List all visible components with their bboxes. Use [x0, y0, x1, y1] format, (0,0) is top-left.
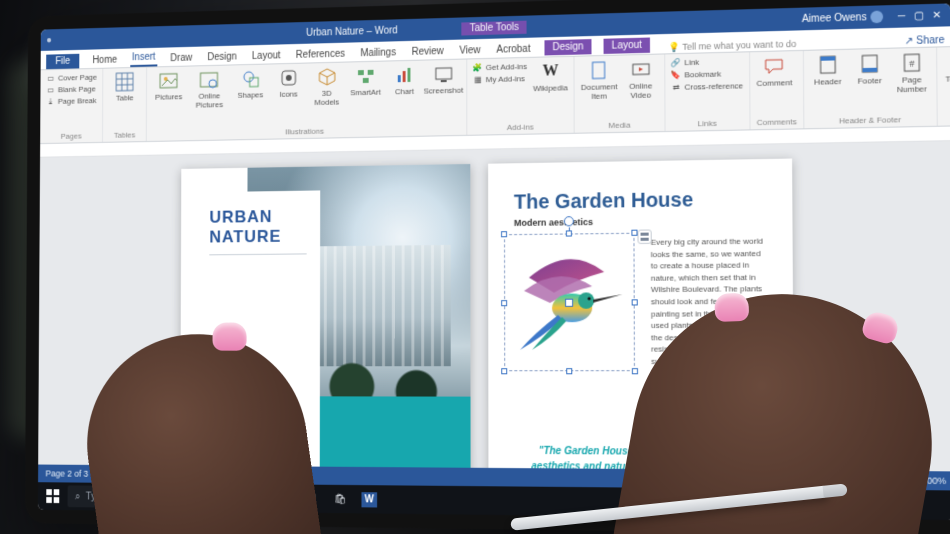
video-icon	[629, 58, 651, 81]
document-item-button[interactable]: Document Item	[581, 59, 618, 102]
group-media: Document Item Online Video Media	[575, 54, 666, 132]
close-button[interactable]: ✕	[929, 9, 944, 21]
minimize-button[interactable]: ─	[894, 10, 909, 22]
resize-handle-bm[interactable]	[566, 368, 572, 374]
page-number-icon: #	[900, 51, 923, 74]
tab-view[interactable]: View	[457, 43, 482, 59]
tab-ctx-design[interactable]: Design	[544, 39, 591, 55]
cover-page-button[interactable]: ▭Cover Page	[46, 72, 97, 83]
resize-handle-br[interactable]	[632, 368, 638, 374]
group-pages: ▭Cover Page ▭Blank Page ⤓Page Break Page…	[40, 69, 103, 143]
chart-button[interactable]: Chart	[388, 64, 421, 98]
bookmark-button[interactable]: 🔖Bookmark	[671, 68, 743, 80]
pictures-button[interactable]: Pictures	[153, 70, 185, 103]
cube-icon	[316, 66, 337, 88]
window-controls: ─ ▢ ✕	[894, 9, 944, 22]
my-addins-button[interactable]: ▦My Add-ins	[473, 73, 527, 84]
icons-button[interactable]: Icons	[272, 67, 305, 100]
article-title: The Garden House	[514, 188, 766, 214]
share-button[interactable]: ↗ Share	[904, 35, 944, 47]
group-links: 🔗Link 🔖Bookmark ⇄Cross-reference Links	[665, 52, 751, 131]
group-comments: Comment Comments	[750, 51, 804, 129]
tab-file[interactable]: File	[46, 54, 79, 69]
tab-references[interactable]: References	[294, 47, 347, 63]
group-illustrations: Pictures Online Pictures Shapes Icons 3D…	[147, 59, 467, 141]
rotate-handle[interactable]	[564, 216, 574, 226]
tab-review[interactable]: Review	[410, 44, 446, 60]
group-addins: 🧩Get Add-ins ▦My Add-ins WWikipedia Add-…	[467, 57, 575, 135]
icons-icon	[278, 67, 299, 89]
smartart-button[interactable]: SmartArt	[349, 65, 382, 98]
search-icon: ⌕	[75, 491, 80, 502]
blank-page-button[interactable]: ▭Blank Page	[46, 83, 97, 94]
tab-home[interactable]: Home	[90, 53, 119, 68]
group-text: AText Box ▤Quick Parts AWordArt ✎Signatu…	[937, 43, 950, 126]
get-addins-button[interactable]: 🧩Get Add-ins	[473, 61, 527, 72]
start-button[interactable]	[42, 484, 64, 508]
taskbar-app-word[interactable]: W	[357, 486, 382, 513]
tab-insert[interactable]: Insert	[130, 50, 157, 67]
screenshot-button[interactable]: Screenshot	[427, 63, 460, 97]
tab-ctx-layout[interactable]: Layout	[604, 37, 651, 53]
online-pictures-button[interactable]: Online Pictures	[190, 68, 228, 110]
resize-handle-tm[interactable]	[566, 230, 572, 236]
taskbar-app-store[interactable]: 🛍	[327, 486, 352, 512]
tab-acrobat[interactable]: Acrobat	[494, 42, 532, 58]
shapes-button[interactable]: Shapes	[234, 68, 266, 101]
link-button[interactable]: 🔗Link	[671, 56, 743, 68]
hummingbird-image[interactable]	[514, 251, 625, 354]
resize-handle-mr[interactable]	[632, 299, 638, 305]
account-name: Aimee Owens	[802, 11, 867, 24]
tab-mailings[interactable]: Mailings	[358, 45, 397, 61]
doc-item-icon	[588, 59, 610, 82]
table-icon	[115, 71, 136, 93]
cover-title-line2: NATURE	[209, 226, 306, 247]
chart-icon	[394, 64, 415, 87]
footer-button[interactable]: Footer	[852, 52, 888, 87]
comment-icon	[763, 54, 786, 77]
cover-title-line1: URBAN	[209, 207, 306, 228]
tab-layout[interactable]: Layout	[250, 48, 282, 64]
footer-icon	[858, 52, 881, 75]
account-menu[interactable]: Aimee Owens	[802, 11, 884, 26]
doc-title: Urban Nature	[306, 26, 364, 39]
3d-models-button[interactable]: 3D Models	[310, 66, 343, 108]
screenshot-icon	[433, 63, 455, 86]
avatar	[871, 11, 884, 24]
cross-reference-button[interactable]: ⇄Cross-reference	[671, 80, 743, 92]
layout-options-button[interactable]	[637, 229, 651, 243]
smartart-icon	[355, 65, 376, 87]
text-box-button[interactable]: AText Box	[943, 50, 950, 85]
shapes-icon	[240, 68, 261, 90]
maximize-button[interactable]: ▢	[912, 10, 927, 22]
online-video-button[interactable]: Online Video	[623, 58, 658, 101]
article-subtitle: Modern aesthetics	[514, 215, 766, 228]
resize-handle-bl[interactable]	[501, 368, 507, 374]
status-page[interactable]: Page 2 of 3	[45, 469, 88, 479]
group-tables: Table Tables	[103, 68, 147, 142]
resize-handle-tl[interactable]	[501, 231, 507, 237]
page-number-button[interactable]: #Page Number	[894, 51, 930, 95]
group-header-footer: Header Footer #Page Number Header & Foot…	[804, 48, 938, 129]
header-icon	[816, 53, 839, 76]
pictures-icon	[158, 70, 179, 92]
contextual-tab-group: Table Tools	[462, 20, 527, 35]
tab-design[interactable]: Design	[205, 50, 238, 66]
wikipedia-button[interactable]: WWikipedia	[533, 60, 568, 94]
table-button[interactable]: Table	[109, 71, 141, 104]
wikipedia-icon: W	[539, 60, 561, 83]
autosave-toggle[interactable]: ●	[46, 35, 52, 46]
cover-teal-band	[320, 396, 471, 471]
app-name: Word	[375, 25, 398, 37]
online-pictures-icon	[199, 69, 220, 91]
resize-handle-ml[interactable]	[501, 300, 507, 306]
page-break-button[interactable]: ⤓Page Break	[46, 95, 97, 106]
svg-text:#: #	[909, 58, 914, 69]
tab-draw[interactable]: Draw	[168, 51, 194, 66]
comment-button[interactable]: Comment	[756, 54, 792, 89]
header-button[interactable]: Header	[810, 53, 846, 88]
selected-image-frame[interactable]	[504, 233, 635, 371]
